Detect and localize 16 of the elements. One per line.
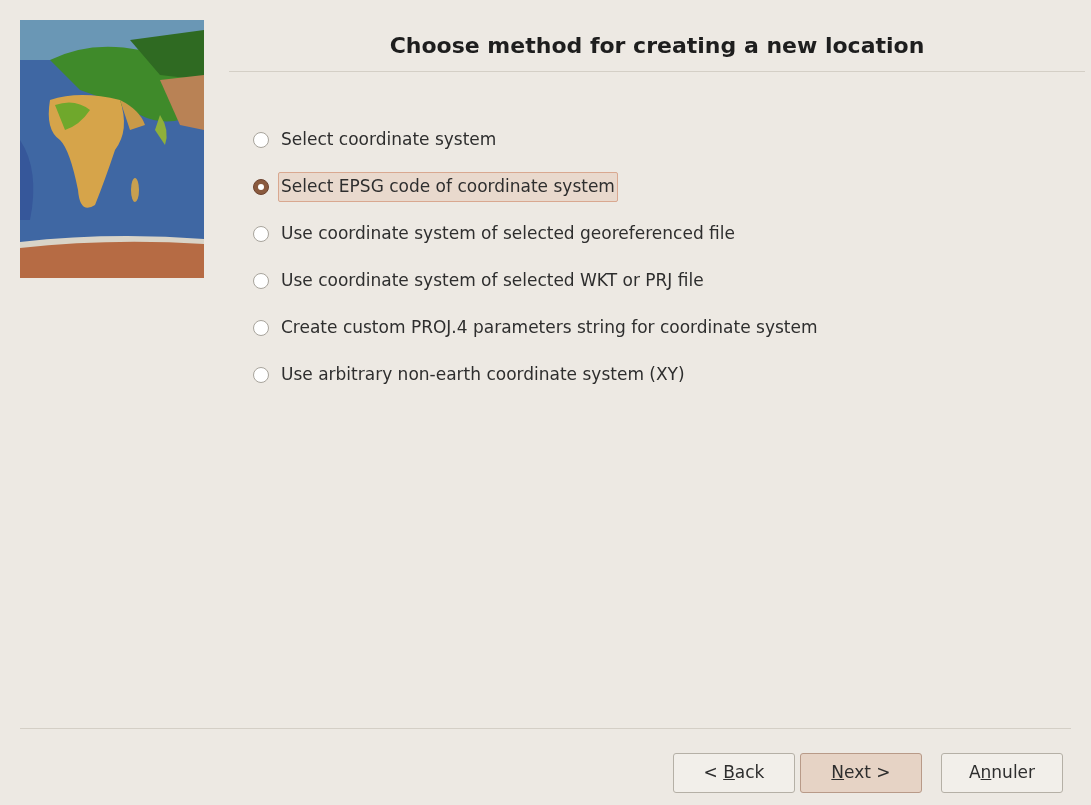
option-label[interactable]: Use coordinate system of selected georeferenced file [278, 219, 738, 249]
radio-button[interactable] [253, 132, 269, 148]
page-title: Choose method for creating a new location [389, 32, 925, 60]
option-label[interactable]: Select EPSG code of coordinate system [278, 172, 618, 202]
radio-button[interactable] [253, 320, 269, 336]
radio-button[interactable] [253, 226, 269, 242]
option-label[interactable]: Select coordinate system [278, 125, 500, 155]
option-label[interactable]: Create custom PROJ.4 parameters string for coordinate system [278, 313, 821, 343]
radio-button[interactable] [253, 179, 269, 195]
radio-button[interactable] [253, 367, 269, 383]
option-label[interactable]: Use arbitrary non-earth coordinate system (XY) [278, 360, 688, 390]
option-label[interactable]: Use coordinate system of selected WKT or PRJ file [278, 266, 707, 296]
dialog-button[interactable]: Next > [800, 753, 922, 793]
radio-button[interactable] [253, 273, 269, 289]
dialog-button[interactable]: < Back [673, 753, 795, 793]
dialog-button[interactable]: Annuler [941, 753, 1063, 793]
